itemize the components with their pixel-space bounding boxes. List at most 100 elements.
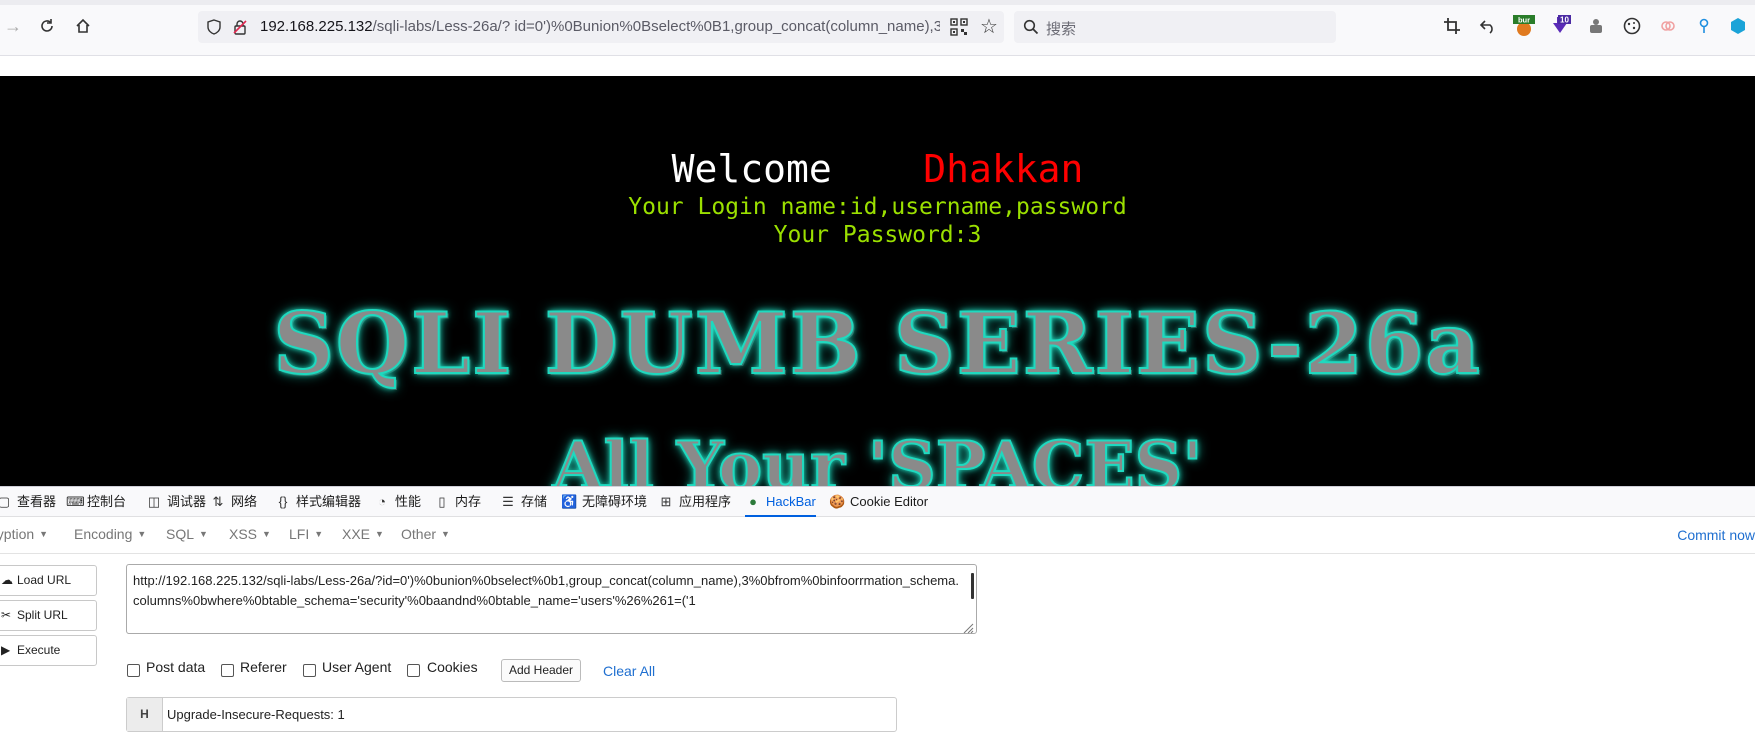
devtools-tab-性能[interactable]: ◔ 性能	[374, 487, 421, 517]
screenshot-crop-icon[interactable]	[1440, 14, 1464, 38]
devtools-tab-label: 网络	[231, 494, 258, 509]
devtools-tab-样式编辑器[interactable]: {} 样式编辑器	[275, 487, 361, 517]
proxy-extension-icon[interactable]	[1726, 14, 1750, 38]
header-value-text[interactable]: Upgrade-Insecure-Requests: 1	[167, 698, 345, 731]
chevron-down-icon: ▼	[314, 529, 324, 539]
undo-icon[interactable]	[1476, 14, 1500, 38]
url-text[interactable]: 192.168.225.132/sqli-labs/Less-26a/? id=…	[260, 18, 940, 36]
post-data-checkbox[interactable]	[127, 664, 140, 677]
devtools-tab-label: 应用程序	[679, 494, 732, 509]
web-page-content: Welcome Dhakkan Your Login name:id,usern…	[0, 76, 1755, 486]
search-bar[interactable]: 搜索	[1014, 11, 1336, 43]
hackbar-menu-label: Encoding	[74, 526, 133, 542]
address-bar[interactable]: 192.168.225.132/sqli-labs/Less-26a/? id=…	[198, 11, 1004, 43]
hackbar-menu-label: XSS	[229, 526, 258, 542]
referer-label: Referer	[240, 659, 287, 675]
devtools-panel: ▢ 查看器 ⌨ 控制台 ◫ 调试器 ⇅ 网络 {} 样式编辑器 ◔ 性能 ▯ 内存 ☰ 存储 ♿ 无障碍环境 ⊞ 应用…	[0, 486, 1755, 734]
cloud-download-icon: ☁	[1, 573, 13, 587]
cookie-icon: 🍪	[829, 494, 846, 509]
textarea-scrollbar[interactable]	[971, 573, 974, 599]
devtools-tab-label: 调试器	[167, 494, 207, 509]
header-type-label: H	[127, 698, 163, 731]
devtools-tab-cookie-editor[interactable]: 🍪 Cookie Editor	[829, 487, 928, 517]
hackbar-menu-sql[interactable]: SQL ▼	[166, 526, 208, 542]
devtools-tab-label: 无障碍环境	[582, 494, 648, 509]
execute-button[interactable]: ▶ Execute	[0, 635, 97, 666]
cookies-checkbox[interactable]	[407, 664, 420, 677]
download-extension-icon[interactable]: 10	[1548, 14, 1572, 38]
referer-checkbox[interactable]	[221, 664, 234, 677]
clear-all-link[interactable]: Clear All	[603, 663, 655, 679]
hackbar-menu-label: Other	[401, 526, 437, 542]
link-extension-icon[interactable]	[1656, 14, 1680, 38]
devtools-tab-label: Cookie Editor	[850, 494, 929, 509]
cookie-extension-icon[interactable]	[1620, 14, 1644, 38]
hackbar-menu-label: SQL	[166, 526, 195, 542]
style-editor-icon: {}	[278, 494, 288, 509]
chevron-down-icon: ▼	[137, 529, 147, 539]
search-icon	[1023, 19, 1039, 35]
hackbar-menu-other[interactable]: Other ▼	[401, 526, 450, 542]
devtools-tab-存储[interactable]: ☰ 存储	[500, 487, 547, 517]
split-url-button[interactable]: ✂ Split URL	[0, 600, 97, 631]
url-textarea[interactable]: http://192.168.225.132/sqli-labs/Less-26…	[126, 564, 977, 634]
chevron-down-icon: ▼	[262, 529, 271, 539]
play-icon: ▶	[1, 643, 11, 657]
devtools-tab-无障碍环境[interactable]: ♿ 无障碍环境	[561, 487, 647, 517]
user-agent-label: User Agent	[322, 659, 392, 675]
scissors-icon: ✂	[1, 608, 12, 622]
devtools-tab-label: 性能	[395, 494, 422, 509]
devtools-tab-label: 控制台	[87, 494, 127, 509]
burp-badge: bur	[1518, 16, 1530, 25]
devtools-tab-label: 查看器	[17, 494, 57, 509]
load-url-button[interactable]: ☁ Load URL	[0, 565, 97, 596]
burp-extension-icon[interactable]: bur	[1512, 14, 1536, 38]
storage-icon: ☰	[502, 494, 514, 509]
devtools-tab-调试器[interactable]: ◫ 调试器	[146, 487, 206, 517]
memory-icon: ▯	[438, 494, 446, 509]
devtools-tab-内存[interactable]: ▯ 内存	[434, 487, 481, 517]
textarea-resize-handle[interactable]	[962, 621, 974, 634]
header-entry[interactable]: H Upgrade-Insecure-Requests: 1	[126, 697, 897, 732]
spaces-banner: All Your 'SPACES'	[551, 426, 1203, 486]
console-icon: ⌨	[66, 494, 85, 509]
application-icon: ⊞	[660, 494, 672, 509]
network-icon: ⇅	[212, 494, 224, 509]
hackbar-menu-bar: Commit now Encryption▼Encoding▼SQL▼XSS▼L…	[0, 517, 1755, 554]
devtools-tab-查看器[interactable]: ▢ 查看器	[0, 487, 56, 517]
hackbar-menu-label: Encryption	[0, 526, 35, 542]
devtools-tab-hackbar[interactable]: ● HackBar	[745, 487, 816, 517]
performance-icon: ◔	[378, 494, 386, 509]
commit-now-link[interactable]: Commit now	[1677, 527, 1755, 543]
reload-icon[interactable]	[36, 15, 58, 37]
hackbar-menu-encoding[interactable]: Encoding ▼	[74, 526, 146, 542]
hackbar-menu-label: LFI	[289, 526, 310, 542]
hackbar-menu-label: XXE	[342, 526, 371, 542]
location-extension-icon[interactable]	[1692, 14, 1716, 38]
devtools-tab-label: 存储	[521, 494, 548, 509]
extension-puzzle-icon[interactable]	[1584, 14, 1608, 38]
welcome-heading: Welcome Dhakkan	[671, 147, 1084, 191]
insecure-connection-icon[interactable]	[232, 19, 248, 35]
hackbar-menu-lfi[interactable]: LFI ▼	[289, 526, 323, 542]
devtools-tab-网络[interactable]: ⇅ 网络	[210, 487, 257, 517]
hackbar-menu-encryption[interactable]: Encryption ▼	[0, 526, 48, 542]
tracking-protection-icon[interactable]	[206, 19, 222, 35]
user-agent-checkbox[interactable]	[303, 664, 316, 677]
home-icon[interactable]	[72, 15, 94, 37]
hackbar-menu-xxe[interactable]: XXE ▼	[342, 526, 384, 542]
devtools-tab-label: HackBar	[766, 494, 816, 509]
qr-code-icon[interactable]	[950, 18, 968, 36]
devtools-tab-label: 样式编辑器	[296, 494, 362, 509]
devtools-tab-应用程序[interactable]: ⊞ 应用程序	[658, 487, 731, 517]
bookmark-star-icon[interactable]: ☆	[978, 16, 1000, 38]
debugger-icon: ◫	[147, 494, 161, 509]
forward-icon[interactable]: →	[2, 15, 24, 37]
add-header-button[interactable]: Add Header	[501, 659, 581, 682]
accessibility-icon: ♿	[561, 494, 578, 509]
hackbar-menu-xss[interactable]: XSS ▼	[229, 526, 271, 542]
download-badge: 10	[1560, 16, 1569, 25]
devtools-tab-控制台[interactable]: ⌨ 控制台	[66, 487, 126, 517]
hackbar-icon: ●	[749, 494, 757, 509]
devtools-tab-label: 内存	[455, 494, 482, 509]
